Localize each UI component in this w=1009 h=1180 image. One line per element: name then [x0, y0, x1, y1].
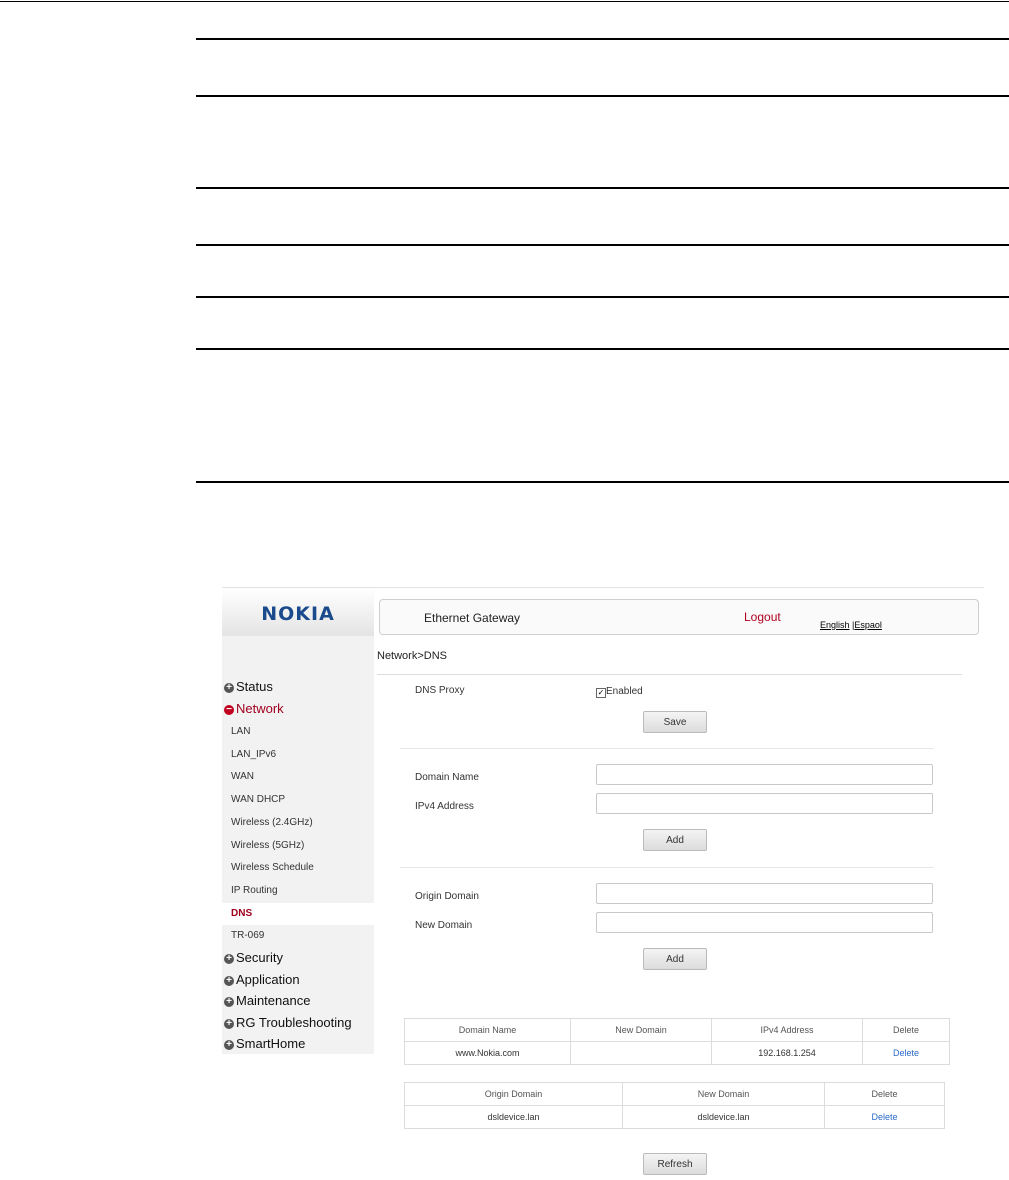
ipv4-address-label: IPv4 Address — [415, 801, 474, 812]
sidebar-item-rg-troubleshooting[interactable]: + RG Troubleshooting — [224, 1015, 352, 1030]
sidebar-sub-lan[interactable]: LAN — [231, 726, 250, 737]
table-header-row: Origin Domain New Domain Delete — [404, 1082, 945, 1106]
header-bar: Ethernet Gateway Logout English |Espaol — [379, 599, 979, 635]
lang-english-link[interactable]: English — [820, 620, 850, 630]
table-cell: www.Nokia.com — [404, 1041, 571, 1065]
table-header: New Domain — [622, 1082, 825, 1106]
table-header: New Domain — [570, 1018, 712, 1042]
refresh-button[interactable]: Refresh — [643, 1153, 707, 1175]
logo-box: NOKIA — [222, 588, 374, 636]
sidebar-item-smarthome[interactable]: + SmartHome — [224, 1036, 305, 1051]
table-header-row: Domain Name New Domain IPv4 Address Dele… — [404, 1018, 950, 1042]
table-header: Origin Domain — [404, 1082, 623, 1106]
new-domain-input[interactable] — [596, 912, 933, 933]
minus-icon: − — [224, 705, 234, 715]
table-header: Delete — [862, 1018, 950, 1042]
divider — [400, 748, 934, 749]
domain-mapping-table: Origin Domain New Domain Delete dsldevic… — [404, 1082, 945, 1129]
table-cell: 192.168.1.254 — [711, 1041, 863, 1065]
origin-domain-label: Origin Domain — [415, 891, 479, 902]
table-row: www.Nokia.com 192.168.1.254 Delete — [404, 1041, 950, 1065]
sidebar-sub-wireless-schedule[interactable]: Wireless Schedule — [231, 862, 314, 873]
table-rule — [196, 244, 1009, 246]
plus-icon: + — [224, 954, 234, 964]
table-rule — [196, 348, 1009, 350]
app-title: Ethernet Gateway — [424, 611, 521, 625]
delete-link[interactable]: Delete — [862, 1041, 950, 1065]
divider — [377, 674, 962, 675]
sidebar-sub-wireless-24[interactable]: Wireless (2.4GHz) — [231, 817, 313, 828]
table-rule — [196, 187, 1009, 189]
table-rule — [196, 296, 1009, 298]
sidebar-item-maintenance[interactable]: + Maintenance — [224, 993, 310, 1008]
table-rule — [196, 481, 1009, 483]
new-domain-label: New Domain — [415, 920, 473, 931]
breadcrumb: Network>DNS — [377, 650, 447, 662]
table-cell: dsldevice.lan — [404, 1105, 623, 1129]
table-row: dsldevice.lan dsldevice.lan Delete — [404, 1105, 945, 1129]
save-button[interactable]: Save — [643, 711, 707, 733]
dns-config-screenshot: NOKIA + Status − Network LAN LAN_IPv6 WAN … — [222, 587, 984, 1180]
divider — [400, 867, 934, 868]
dns-proxy-checkbox[interactable]: ✓ Enabled — [596, 686, 643, 698]
language-switcher: English |Espaol — [820, 620, 882, 630]
table-header: Domain Name — [404, 1018, 571, 1042]
table-rule — [196, 38, 1009, 40]
plus-icon: + — [224, 1019, 234, 1029]
add-host-button[interactable]: Add — [643, 829, 707, 851]
sidebar-sub-ip-routing[interactable]: IP Routing — [231, 885, 278, 896]
sidebar-item-status[interactable]: + Status — [224, 679, 273, 694]
dns-proxy-value: Enabled — [606, 686, 643, 697]
logout-link[interactable]: Logout — [744, 610, 781, 624]
plus-icon: + — [224, 1040, 234, 1050]
nokia-logo: NOKIA — [261, 603, 335, 625]
sidebar-item-network[interactable]: − Network — [224, 701, 284, 716]
delete-link[interactable]: Delete — [824, 1105, 945, 1129]
origin-domain-input[interactable] — [596, 883, 933, 904]
table-header: IPv4 Address — [711, 1018, 863, 1042]
host-table: Domain Name New Domain IPv4 Address Dele… — [404, 1018, 950, 1065]
plus-icon: + — [224, 976, 234, 986]
table-header: Delete — [824, 1082, 945, 1106]
table-cell — [570, 1041, 712, 1065]
table-cell: dsldevice.lan — [622, 1105, 825, 1129]
ipv4-address-input[interactable] — [596, 793, 933, 814]
add-domain-button[interactable]: Add — [643, 948, 707, 970]
lang-espanol-link[interactable]: Espaol — [854, 620, 882, 630]
sidebar-sub-lan-ipv6[interactable]: LAN_IPv6 — [231, 749, 276, 760]
sidebar: NOKIA + Status − Network LAN LAN_IPv6 WAN … — [222, 588, 374, 1054]
sidebar-item-security[interactable]: + Security — [224, 950, 283, 965]
sidebar-sub-wan-dhcp[interactable]: WAN DHCP — [231, 794, 285, 805]
sidebar-sub-tr069[interactable]: TR-069 — [231, 930, 264, 941]
top-rule — [0, 1, 1009, 2]
checkbox-checked-icon: ✓ — [596, 688, 606, 698]
domain-name-label: Domain Name — [415, 772, 479, 783]
plus-icon: + — [224, 683, 234, 693]
table-rule — [196, 95, 1009, 97]
sidebar-sub-dns[interactable]: DNS — [231, 908, 252, 919]
sidebar-sub-wireless-5[interactable]: Wireless (5GHz) — [231, 840, 304, 851]
sidebar-sub-wan[interactable]: WAN — [231, 771, 254, 782]
plus-icon: + — [224, 997, 234, 1007]
dns-proxy-label: DNS Proxy — [415, 685, 465, 696]
domain-name-input[interactable] — [596, 764, 933, 785]
sidebar-item-application[interactable]: + Application — [224, 972, 300, 987]
